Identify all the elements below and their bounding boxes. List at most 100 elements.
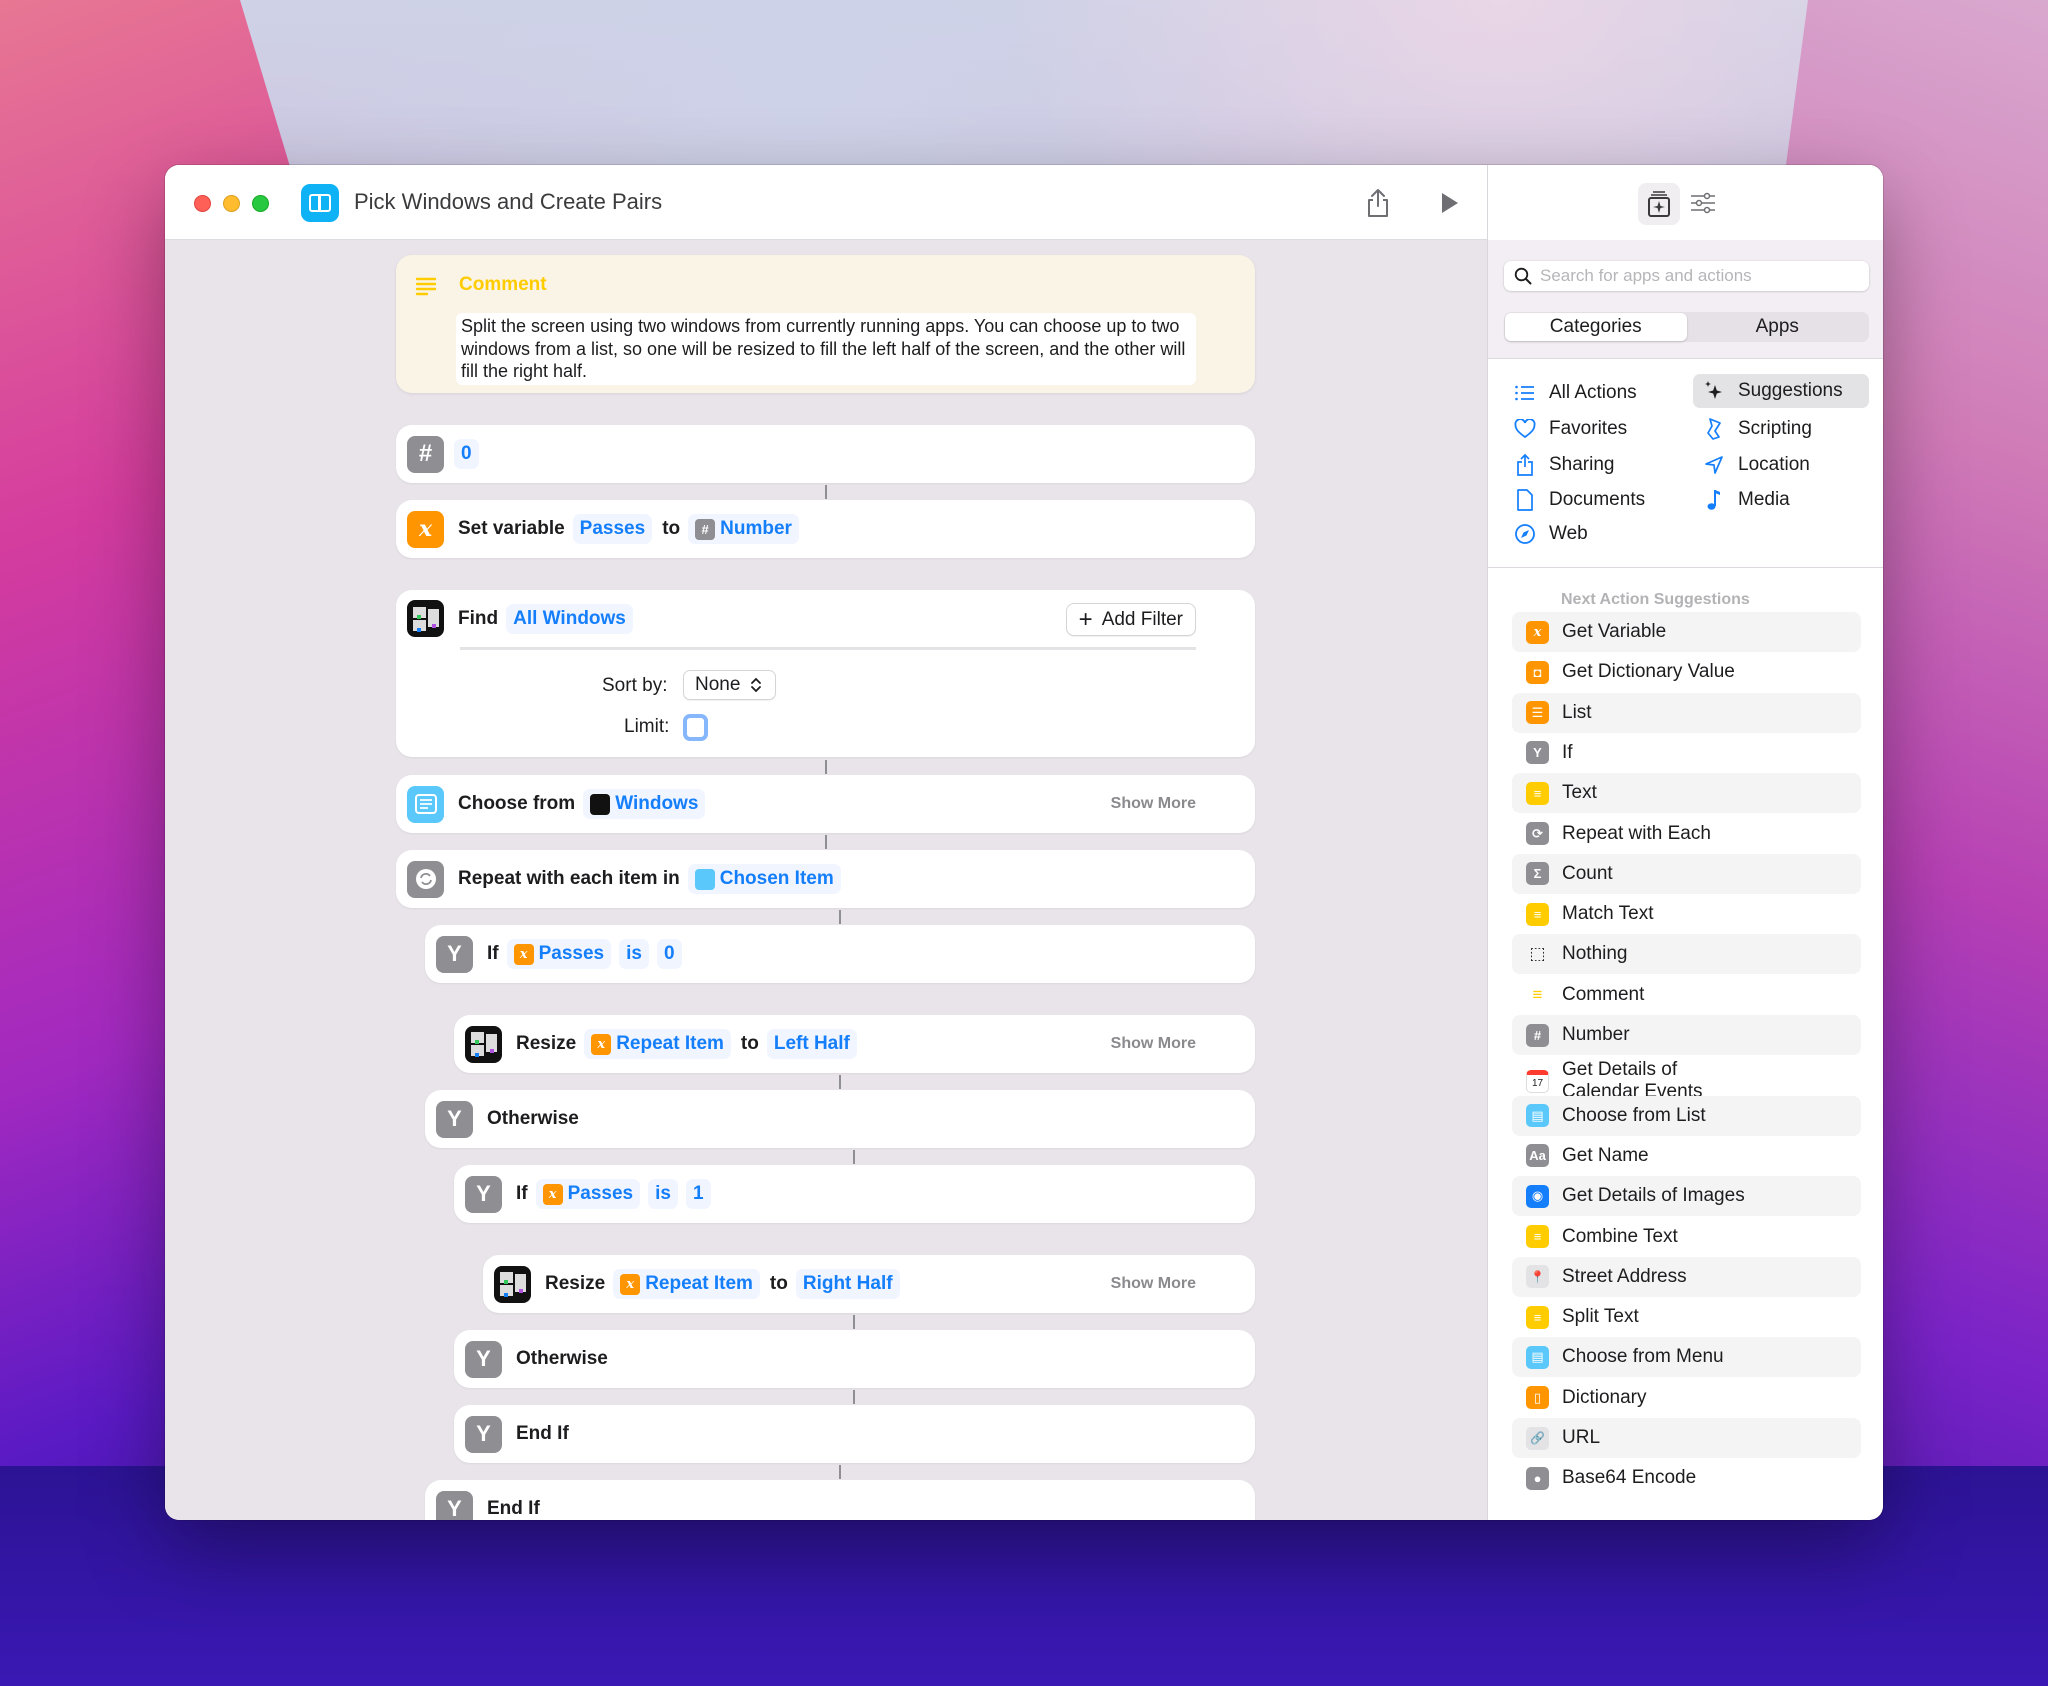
suggestion-item[interactable]: ☰ List: [1512, 692, 1861, 733]
category-web[interactable]: Web: [1504, 517, 1674, 551]
condition-value-token[interactable]: 1: [685, 1179, 711, 1209]
passes-variable-token[interactable]: x Passes: [535, 1179, 641, 1209]
end-if-action[interactable]: Y End If: [454, 1405, 1255, 1463]
category-suggestions[interactable]: Suggestions: [1693, 374, 1869, 408]
limit-checkbox[interactable]: [683, 714, 708, 741]
choose-from-list-action[interactable]: Choose from Windows Show More: [396, 775, 1255, 833]
windows-token[interactable]: Windows: [583, 789, 706, 819]
end-if-action[interactable]: Y End If: [425, 1480, 1255, 1520]
position-token[interactable]: Left Half: [766, 1029, 857, 1059]
action-search[interactable]: [1504, 261, 1869, 291]
add-filter-button[interactable]: + Add Filter: [1065, 603, 1196, 636]
suggestion-item[interactable]: Σ Count: [1512, 853, 1861, 894]
suggestion-item[interactable]: ⟳ Repeat with Each: [1512, 814, 1861, 854]
if-action[interactable]: Y If x Passes is 0: [425, 925, 1255, 983]
suggestions-header: Next Action Suggestions: [1561, 591, 1750, 608]
chosen-item-token[interactable]: Chosen Item: [687, 864, 841, 894]
suggestion-item[interactable]: # Number: [1512, 1015, 1861, 1055]
text-icon: ≡: [1526, 1305, 1549, 1329]
suggestion-item[interactable]: 📍 Street Address: [1512, 1256, 1861, 1297]
suggestion-item[interactable]: ≡ Text: [1512, 773, 1861, 814]
suggestion-item[interactable]: Y If: [1512, 733, 1861, 773]
variable-name-token[interactable]: Passes: [572, 514, 653, 544]
category-documents[interactable]: Documents: [1504, 483, 1674, 517]
minimize-button[interactable]: [223, 195, 240, 212]
if-label: If: [487, 943, 499, 964]
resize-window-action[interactable]: Resize x Repeat Item to Left Half Show M…: [454, 1015, 1255, 1073]
category-location[interactable]: Location: [1693, 448, 1869, 482]
run-button[interactable]: [1435, 189, 1463, 217]
suggestion-item[interactable]: ● Base64 Encode: [1512, 1458, 1861, 1498]
chevron-updown-icon: [751, 677, 762, 693]
comment-text-field[interactable]: Split the screen using two windows from …: [456, 313, 1196, 385]
suggestion-item[interactable]: ≡ Split Text: [1512, 1297, 1861, 1337]
if-action[interactable]: Y If x Passes is 1: [454, 1165, 1255, 1223]
find-label: Find: [458, 607, 499, 629]
suggestion-label: If: [1562, 741, 1573, 763]
comment-action[interactable]: Comment Split the screen using two windo…: [396, 255, 1255, 393]
suggestion-item[interactable]: ◘ Get Dictionary Value: [1512, 652, 1861, 692]
condition-operator-token[interactable]: is: [648, 1179, 678, 1209]
suggestion-item[interactable]: ⬚ Nothing: [1512, 934, 1861, 975]
repeat-icon: [407, 860, 444, 898]
repeat-item-token[interactable]: x Repeat Item: [584, 1029, 731, 1059]
repeat-with-each-action[interactable]: Repeat with each item in Chosen Item: [396, 850, 1255, 908]
heart-icon: [1513, 417, 1537, 441]
suggestion-item[interactable]: x Get Variable: [1512, 612, 1861, 652]
share-button[interactable]: [1363, 187, 1393, 219]
maximize-button[interactable]: [252, 195, 269, 212]
passes-variable-token[interactable]: x Passes: [506, 939, 612, 969]
editor-canvas[interactable]: Comment Split the screen using two windo…: [165, 240, 1487, 1520]
shortcut-details-button[interactable]: [1687, 187, 1719, 219]
category-label: Suggestions: [1738, 380, 1843, 401]
all-windows-token[interactable]: All Windows: [506, 603, 633, 634]
suggestion-item[interactable]: ▯ Dictionary: [1512, 1378, 1861, 1418]
show-more-button[interactable]: Show More: [1111, 795, 1196, 813]
action-search-input[interactable]: [1540, 266, 1860, 286]
show-more-button[interactable]: Show More: [1111, 1275, 1196, 1293]
suggestion-item[interactable]: ≡ Combine Text: [1512, 1217, 1861, 1257]
windows-app-icon: [465, 1025, 502, 1063]
sort-by-select[interactable]: None: [683, 670, 776, 700]
suggestion-item[interactable]: ◉ Get Details of Images: [1512, 1176, 1861, 1217]
set-variable-action[interactable]: x Set variable Passes to # Number: [396, 500, 1255, 558]
suggestion-item[interactable]: ▤ Choose from List: [1512, 1095, 1861, 1136]
category-all-actions[interactable]: All Actions: [1504, 376, 1674, 410]
text-icon: ≡: [1526, 1225, 1549, 1248]
condition-operator-token[interactable]: is: [619, 939, 649, 969]
category-favorites[interactable]: Favorites: [1504, 412, 1674, 446]
number-variable-token[interactable]: # Number: [688, 514, 799, 544]
condition-value-token[interactable]: 0: [656, 939, 682, 969]
plus-icon: +: [1078, 605, 1093, 633]
suggestion-item[interactable]: 🔗 URL: [1512, 1418, 1861, 1458]
category-media[interactable]: Media: [1693, 483, 1869, 517]
dictionary-icon: ◘: [1526, 660, 1549, 684]
category-label: Favorites: [1549, 418, 1628, 439]
comment-title: Comment: [459, 274, 547, 295]
number-action[interactable]: # 0: [396, 425, 1255, 483]
category-label: Web: [1549, 523, 1588, 544]
otherwise-action[interactable]: Y Otherwise: [454, 1330, 1255, 1388]
suggestion-label: Dictionary: [1562, 1386, 1647, 1408]
segment-apps[interactable]: Apps: [1687, 313, 1869, 341]
otherwise-label: Otherwise: [487, 1108, 579, 1129]
suggestion-item[interactable]: ≡ Match Text: [1512, 894, 1861, 934]
number-value-token[interactable]: 0: [454, 439, 479, 469]
category-scripting[interactable]: Scripting: [1693, 412, 1869, 446]
category-sharing[interactable]: Sharing: [1504, 448, 1674, 482]
suggestion-label: Comment: [1562, 983, 1645, 1005]
suggestion-item[interactable]: ▤ Choose from Menu: [1512, 1337, 1861, 1378]
find-windows-action[interactable]: Find All Windows + Add Filter Sort by: N…: [396, 590, 1255, 757]
resize-window-action[interactable]: Resize x Repeat Item to Right Half Show …: [483, 1255, 1255, 1313]
position-token[interactable]: Right Half: [795, 1269, 900, 1299]
suggestion-item[interactable]: Aa Get Name: [1512, 1136, 1861, 1176]
close-button[interactable]: [194, 195, 211, 212]
otherwise-action[interactable]: Y Otherwise: [425, 1090, 1255, 1148]
segment-categories[interactable]: Categories: [1505, 313, 1687, 341]
suggestion-item[interactable]: ≡ Comment: [1512, 975, 1861, 1015]
repeat-item-token[interactable]: x Repeat Item: [613, 1269, 760, 1299]
split-view-icon[interactable]: [301, 184, 339, 222]
show-more-button[interactable]: Show More: [1111, 1035, 1196, 1053]
shortcut-title[interactable]: Pick Windows and Create Pairs: [354, 189, 662, 215]
action-library-button[interactable]: [1638, 183, 1680, 225]
